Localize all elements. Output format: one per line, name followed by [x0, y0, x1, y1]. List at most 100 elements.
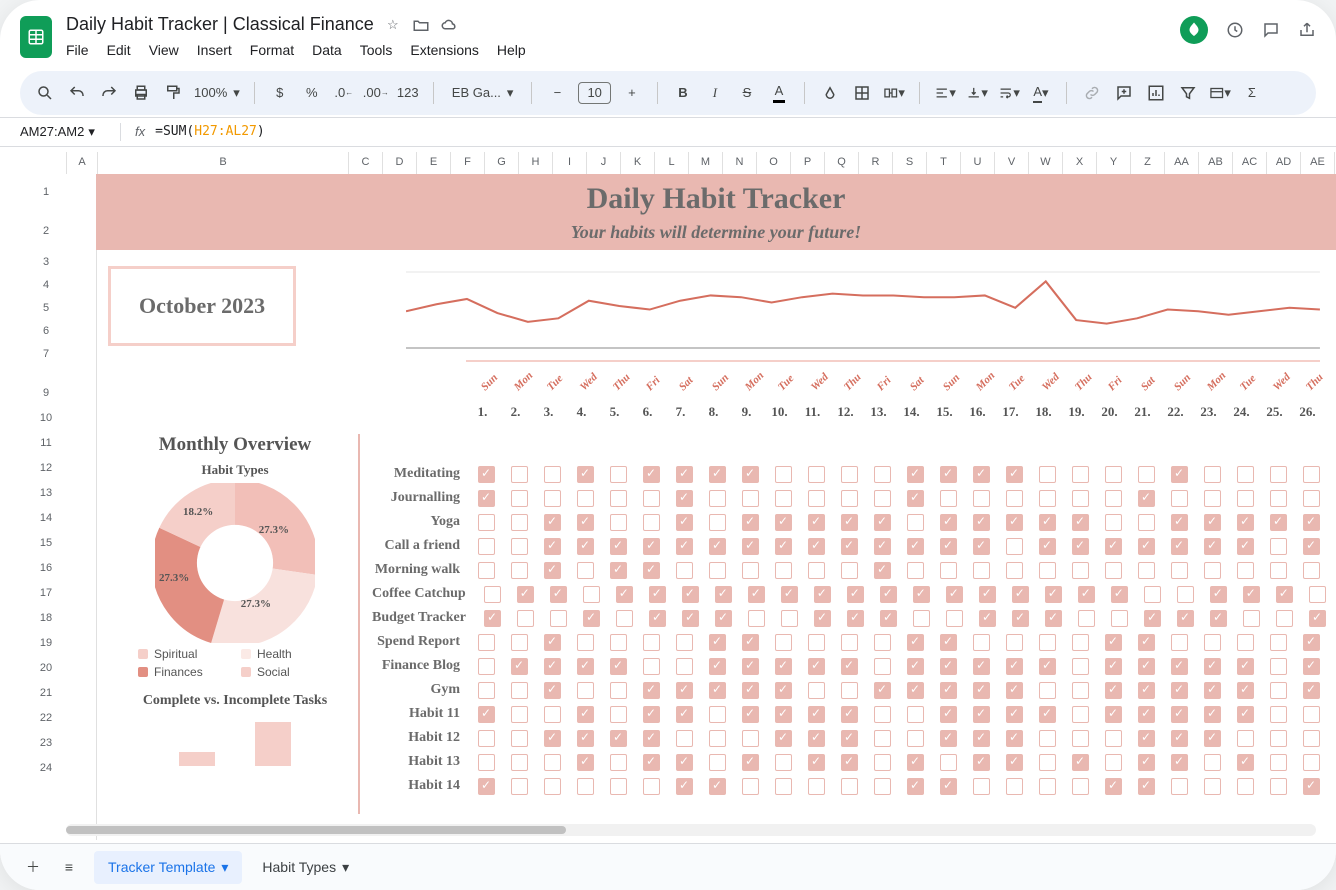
- row-header[interactable]: 19: [26, 632, 66, 657]
- habit-checkbox[interactable]: [932, 538, 965, 555]
- habit-checkbox[interactable]: [1163, 754, 1196, 771]
- habit-checkbox[interactable]: [509, 586, 542, 603]
- habit-checkbox[interactable]: [536, 562, 569, 579]
- habit-checkbox[interactable]: [602, 562, 635, 579]
- habit-checkbox[interactable]: [899, 754, 932, 771]
- habit-checkbox[interactable]: [833, 562, 866, 579]
- habit-checkbox[interactable]: [1202, 586, 1235, 603]
- habit-checkbox[interactable]: [1097, 658, 1130, 675]
- habit-checkbox[interactable]: [866, 682, 899, 699]
- habit-checkbox[interactable]: [1262, 538, 1295, 555]
- habit-checkbox[interactable]: [899, 538, 932, 555]
- habit-checkbox[interactable]: [569, 658, 602, 675]
- habit-checkbox[interactable]: [740, 610, 773, 627]
- column-header[interactable]: AA: [1165, 152, 1199, 174]
- sheets-logo-icon[interactable]: [20, 16, 52, 58]
- column-header[interactable]: D: [383, 152, 417, 174]
- habit-checkbox[interactable]: [998, 658, 1031, 675]
- habit-checkbox[interactable]: [1031, 538, 1064, 555]
- functions-button[interactable]: Σ: [1241, 82, 1263, 104]
- habit-checkbox[interactable]: [635, 634, 668, 651]
- habit-checkbox[interactable]: [998, 466, 1031, 483]
- habit-checkbox[interactable]: [839, 610, 872, 627]
- habit-checkbox[interactable]: [833, 682, 866, 699]
- habit-checkbox[interactable]: [635, 514, 668, 531]
- column-header[interactable]: K: [621, 152, 655, 174]
- habit-checkbox[interactable]: [470, 682, 503, 699]
- habit-checkbox[interactable]: [998, 682, 1031, 699]
- habit-checkbox[interactable]: [1196, 634, 1229, 651]
- italic-button[interactable]: I: [704, 82, 726, 104]
- move-to-drive-icon[interactable]: [412, 16, 430, 34]
- habit-checkbox[interactable]: [569, 778, 602, 795]
- habit-checkbox[interactable]: [833, 490, 866, 507]
- insert-chart-button[interactable]: [1145, 82, 1167, 104]
- habit-checkbox[interactable]: [476, 586, 509, 603]
- column-header[interactable]: J: [587, 152, 621, 174]
- habit-checkbox[interactable]: [932, 754, 965, 771]
- habit-checkbox[interactable]: [1130, 634, 1163, 651]
- column-header[interactable]: I: [553, 152, 587, 174]
- habit-checkbox[interactable]: [1196, 490, 1229, 507]
- habit-checkbox[interactable]: [668, 730, 701, 747]
- cloud-status-icon[interactable]: [440, 16, 458, 34]
- habit-checkbox[interactable]: [641, 610, 674, 627]
- habit-checkbox[interactable]: [998, 490, 1031, 507]
- habit-checkbox[interactable]: [1169, 586, 1202, 603]
- habit-checkbox[interactable]: [1163, 658, 1196, 675]
- habit-checkbox[interactable]: [635, 682, 668, 699]
- row-header[interactable]: 12: [26, 457, 66, 482]
- h-align-button[interactable]: ▾: [934, 82, 956, 104]
- habit-checkbox[interactable]: [569, 730, 602, 747]
- habit-checkbox[interactable]: [536, 730, 569, 747]
- habit-checkbox[interactable]: [503, 682, 536, 699]
- habit-checkbox[interactable]: [800, 706, 833, 723]
- habit-checkbox[interactable]: [1295, 634, 1328, 651]
- habit-checkbox[interactable]: [734, 562, 767, 579]
- habit-checkbox[interactable]: [1262, 730, 1295, 747]
- habit-checkbox[interactable]: [866, 754, 899, 771]
- habit-checkbox[interactable]: [1097, 514, 1130, 531]
- habit-checkbox[interactable]: [734, 538, 767, 555]
- format-number-button[interactable]: 123: [397, 82, 419, 104]
- strikethrough-button[interactable]: S: [736, 82, 758, 104]
- habit-checkbox[interactable]: [668, 514, 701, 531]
- habit-checkbox[interactable]: [1097, 754, 1130, 771]
- habit-checkbox[interactable]: [872, 586, 905, 603]
- column-header[interactable]: V: [995, 152, 1029, 174]
- font-size-increase-button[interactable]: +: [621, 82, 643, 104]
- habit-checkbox[interactable]: [1031, 634, 1064, 651]
- row-headers[interactable]: 12345679101112131415161718192021222324: [26, 174, 67, 840]
- habit-checkbox[interactable]: [998, 754, 1031, 771]
- habit-checkbox[interactable]: [536, 490, 569, 507]
- habit-checkbox[interactable]: [1031, 778, 1064, 795]
- habit-checkbox[interactable]: [701, 490, 734, 507]
- habit-checkbox[interactable]: [767, 514, 800, 531]
- habit-checkbox[interactable]: [899, 634, 932, 651]
- habit-checkbox[interactable]: [767, 562, 800, 579]
- habit-checkbox[interactable]: [833, 730, 866, 747]
- habit-checkbox[interactable]: [1262, 658, 1295, 675]
- font-family-select[interactable]: EB Ga... ▾: [448, 82, 518, 104]
- habit-checkbox[interactable]: [536, 754, 569, 771]
- habit-checkbox[interactable]: [1301, 586, 1334, 603]
- habit-checkbox[interactable]: [503, 658, 536, 675]
- habit-checkbox[interactable]: [767, 658, 800, 675]
- habit-checkbox[interactable]: [965, 778, 998, 795]
- habit-checkbox[interactable]: [899, 514, 932, 531]
- habit-checkbox[interactable]: [800, 466, 833, 483]
- habit-checkbox[interactable]: [701, 538, 734, 555]
- select-all-corner[interactable]: [26, 152, 67, 174]
- habit-checkbox[interactable]: [503, 562, 536, 579]
- text-wrap-button[interactable]: ▾: [998, 82, 1020, 104]
- sheet-tab[interactable]: Habit Types ▾: [248, 851, 363, 884]
- habit-checkbox[interactable]: [1064, 730, 1097, 747]
- habit-checkbox[interactable]: [569, 562, 602, 579]
- habit-checkbox[interactable]: [806, 610, 839, 627]
- habit-checkbox[interactable]: [1229, 634, 1262, 651]
- column-header[interactable]: A: [67, 152, 98, 174]
- habit-checkbox[interactable]: [932, 730, 965, 747]
- habit-checkbox[interactable]: [1196, 466, 1229, 483]
- sheet-body[interactable]: Daily Habit Tracker Your habits will det…: [96, 174, 1336, 840]
- habit-checkbox[interactable]: [734, 682, 767, 699]
